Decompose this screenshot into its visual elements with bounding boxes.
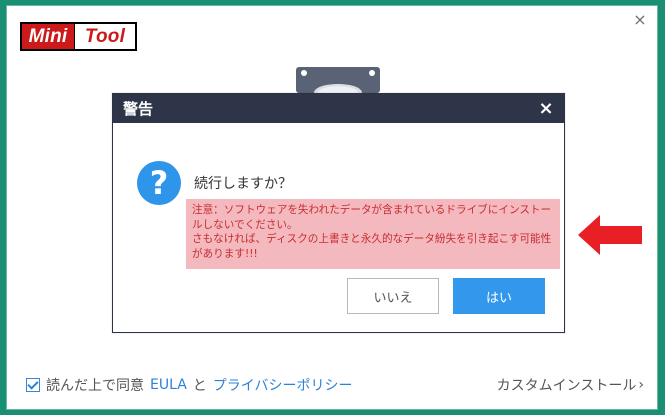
- custom-install-button[interactable]: カスタムインストール ›: [497, 375, 644, 395]
- agreement-prefix: 読んだ上で同意: [46, 378, 144, 394]
- red-arrow-icon: [578, 215, 642, 255]
- custom-install-label: カスタムインストール: [496, 378, 637, 394]
- yes-button[interactable]: はい: [453, 278, 545, 314]
- question-icon: ?: [137, 161, 181, 205]
- dialog-header: 警告 ×: [113, 94, 564, 123]
- logo-mini-text: Mini: [22, 24, 74, 49]
- close-icon[interactable]: ×: [632, 12, 648, 28]
- confirm-text: 続行しますか？: [194, 176, 292, 192]
- dialog-title: 警告: [123, 100, 154, 118]
- agreement-connector: と: [192, 378, 207, 394]
- minitool-logo: Mini Tool: [20, 22, 137, 51]
- logo-tool-text: Tool: [74, 24, 135, 49]
- warning-message: 注意：ソフトウェアを失われたデータが含まれているドライブにインストールしないでく…: [186, 199, 560, 269]
- installer-window: Mini Tool × 警告 × ? 続行しますか？ 注意：ソフトウェアを失われ…: [6, 5, 658, 410]
- footer: 読んだ上で同意 EULA と プライバシーポリシー カスタムインストール ›: [26, 375, 646, 397]
- privacy-policy-link[interactable]: プライバシーポリシー: [213, 375, 353, 395]
- agreement-checkbox[interactable]: [26, 378, 40, 392]
- no-button[interactable]: いいえ: [347, 278, 439, 314]
- drive-icon: [296, 67, 380, 93]
- dialog-close-icon[interactable]: ×: [538, 99, 554, 117]
- chevron-right-icon: ›: [638, 377, 644, 393]
- agreement-row: 読んだ上で同意 EULA と プライバシーポリシー: [26, 375, 353, 395]
- eula-link[interactable]: EULA: [150, 377, 187, 393]
- warning-dialog: 警告 × ? 続行しますか？ 注意：ソフトウェアを失われたデータが含まれているド…: [112, 93, 565, 333]
- installer-page: Mini Tool × 警告 × ? 続行しますか？ 注意：ソフトウェアを失われ…: [0, 0, 665, 415]
- question-mark: ?: [149, 164, 169, 202]
